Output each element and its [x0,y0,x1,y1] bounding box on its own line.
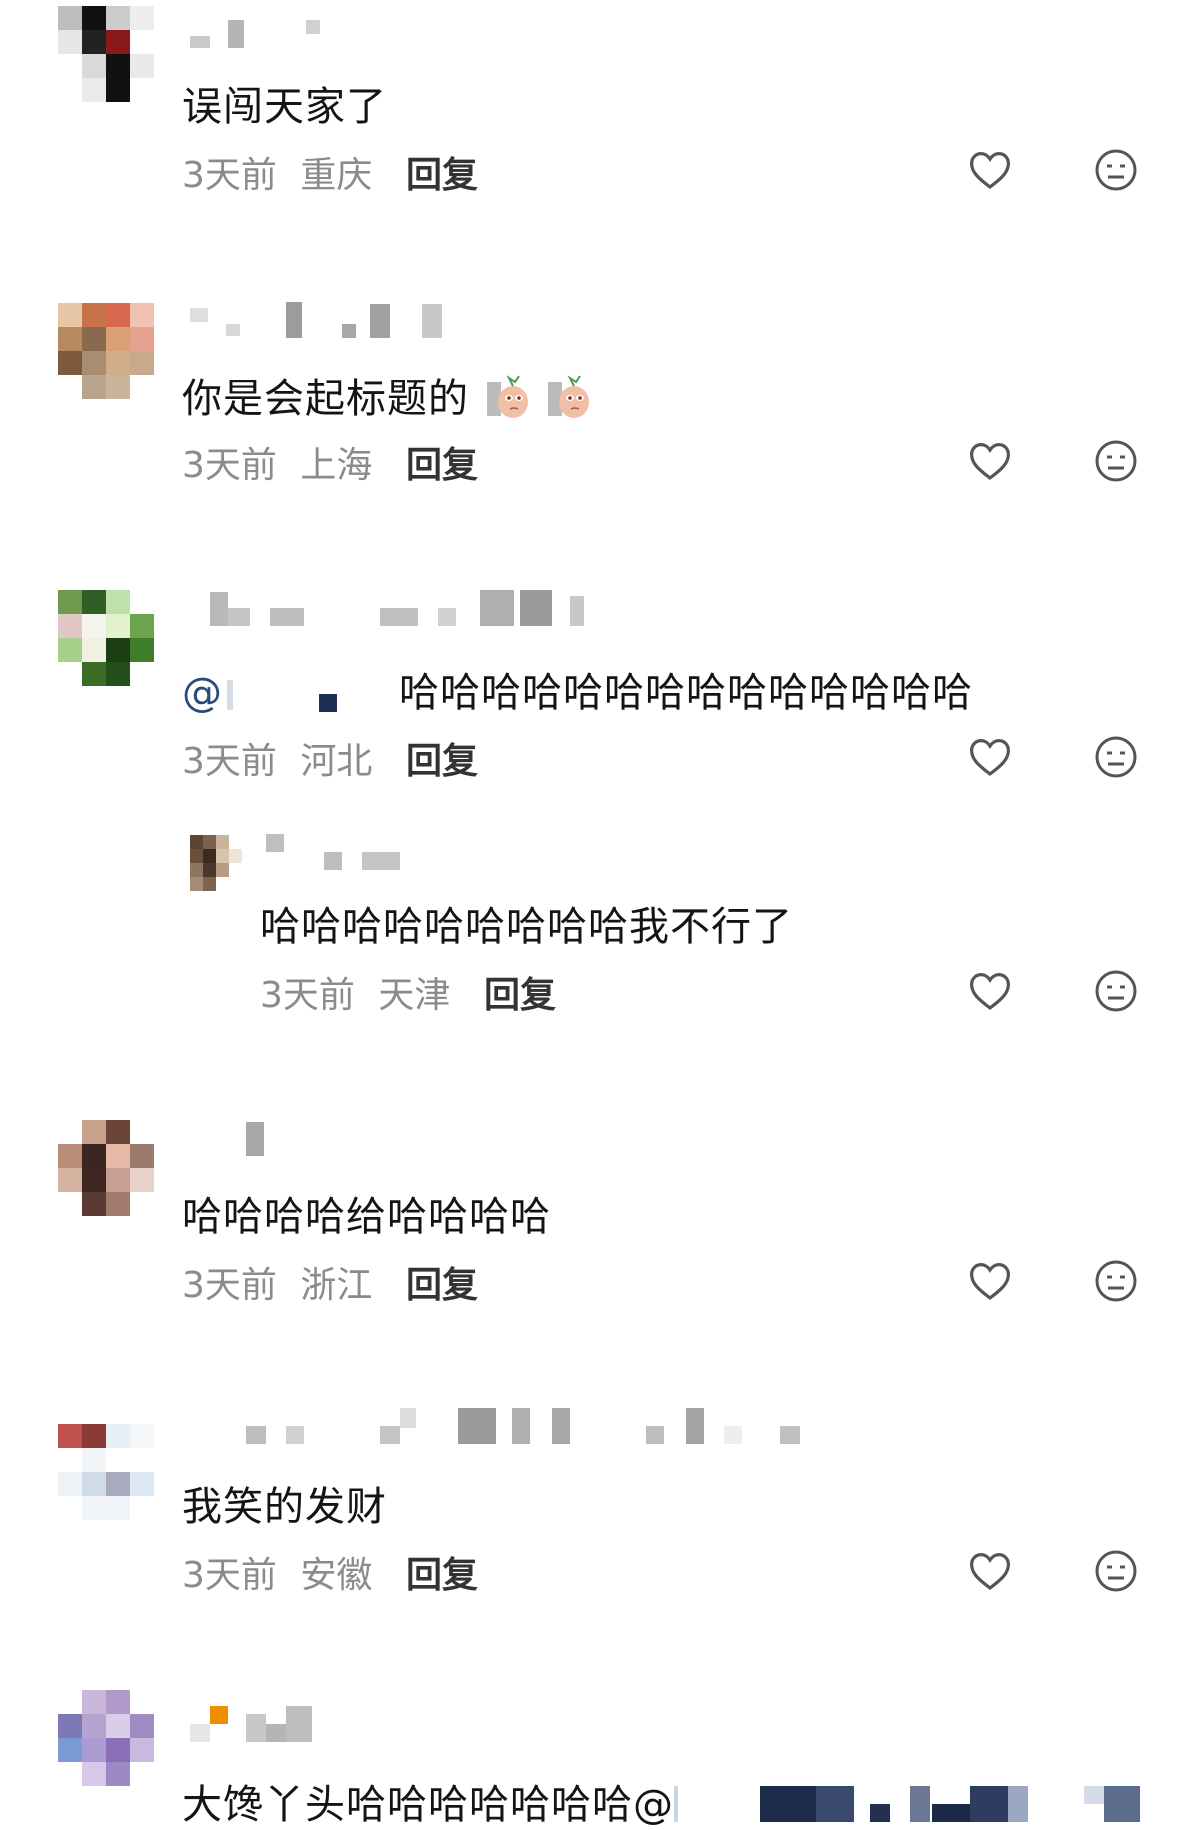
heart-outline-icon[interactable] [966,967,1014,1015]
avatar[interactable] [58,6,154,102]
heart-outline-icon[interactable] [966,1257,1014,1305]
comment-meta: 3天前 浙江 [182,1256,372,1308]
meh-face-icon[interactable] [1092,967,1140,1015]
comment-text: 误闯天家了 [182,84,387,130]
comment-meta: 3天前 河北 [182,732,372,784]
reply-button[interactable]: 回复 [406,1256,478,1308]
reply-button[interactable]: 回复 [406,146,478,198]
username-redacted[interactable] [190,1408,810,1444]
meh-face-icon[interactable] [1092,1257,1140,1305]
comment-meta: 3天前 上海 [182,436,372,488]
username-redacted[interactable] [246,1120,326,1156]
avatar[interactable] [58,1120,154,1216]
heart-outline-icon[interactable] [966,1547,1014,1595]
comment-location: 河北 [300,741,373,782]
reply-button[interactable]: 回复 [406,436,478,488]
comment-text-content: 大馋丫头哈哈哈哈哈哈哈@ [182,1782,674,1828]
comment-text: 你是会起标题的 [182,366,594,424]
reply-button[interactable]: 回复 [484,966,556,1018]
comment-meta: 3天前 重庆 [182,146,372,198]
meh-face-icon[interactable] [1092,733,1140,781]
comment-text: 大馋丫头哈哈哈哈哈哈哈@ [182,1772,678,1830]
username-redacted[interactable] [190,590,610,626]
comment-text-content: 你是会起标题的 [182,376,469,422]
mention-link[interactable]: @ [182,670,223,716]
comment-time: 3天前 [182,1265,277,1306]
comment-text: 哈哈哈哈给哈哈哈哈 [182,1194,551,1240]
meh-face-icon[interactable] [1092,437,1140,485]
avatar[interactable] [58,1424,154,1520]
comment-text-content: 哈哈哈哈哈哈哈哈哈哈哈哈哈哈 [399,670,973,716]
comment-text: 我笑的发财 [182,1484,387,1530]
comment-text: @ 哈哈哈哈哈哈哈哈哈哈哈哈哈哈 [182,660,973,718]
comment-meta: 3天前 天津 [260,966,450,1018]
username-redacted[interactable] [190,302,450,338]
comment-location: 浙江 [300,1265,373,1306]
potato-sticker-icon [486,375,528,418]
redacted-mention-mosaic [760,1786,1160,1822]
avatar[interactable] [58,303,154,399]
comment-location: 天津 [378,975,451,1016]
comment-time: 3天前 [182,741,277,782]
heart-outline-icon[interactable] [966,146,1014,194]
username-redacted[interactable] [190,14,350,50]
comment-location: 安徽 [300,1555,373,1596]
avatar[interactable] [58,1690,154,1786]
comment-text: 哈哈哈哈哈哈哈哈哈我不行了 [260,904,793,950]
avatar[interactable] [190,835,242,891]
heart-outline-icon[interactable] [966,733,1014,781]
reply-button[interactable]: 回复 [406,1546,478,1598]
potato-sticker-icon [548,375,590,418]
mention-redacted[interactable] [223,672,399,712]
comment-meta: 3天前 安徽 [182,1546,372,1598]
comment-time: 3天前 [182,445,277,486]
avatar[interactable] [58,590,154,686]
username-redacted[interactable] [266,834,406,870]
mention-redacted[interactable] [674,1786,678,1822]
username-redacted[interactable] [190,1706,350,1742]
reply-button[interactable]: 回复 [406,732,478,784]
heart-outline-icon[interactable] [966,437,1014,485]
meh-face-icon[interactable] [1092,1547,1140,1595]
comment-location: 上海 [300,445,373,486]
meh-face-icon[interactable] [1092,146,1140,194]
comment-location: 重庆 [300,155,373,196]
comment-time: 3天前 [182,1555,277,1596]
comment-time: 3天前 [182,155,277,196]
comment-time: 3天前 [260,975,355,1016]
